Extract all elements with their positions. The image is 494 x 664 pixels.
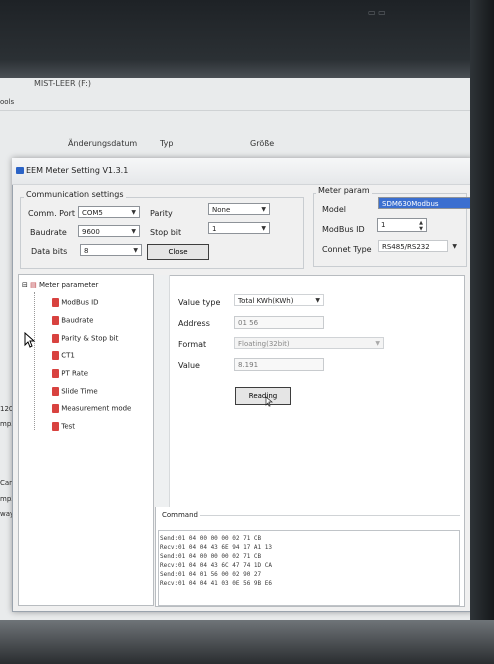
address-label: Address [178, 319, 210, 328]
mouse-cursor-icon [24, 332, 36, 348]
connet-type-value: RS485/RS232 [382, 243, 430, 251]
comm-port-value: COM5 [82, 209, 103, 217]
tree-item-slide-time[interactable]: Slide Time [52, 387, 98, 396]
modbus-id-value: 1 [381, 221, 386, 229]
baudrate-select[interactable]: 9600 ▼ [78, 225, 140, 237]
tree-item-modbus-id[interactable]: ModBus ID [52, 298, 99, 307]
data-bits-value: 8 [84, 247, 89, 255]
model-value: SDM630Modbus [382, 200, 439, 208]
tree-item-parity-stop-bit[interactable]: Parity & Stop bit [52, 334, 118, 343]
modbus-id-label: ModBus ID [322, 225, 365, 234]
tree-item-label: ModBus ID [61, 298, 99, 307]
document-icon [52, 298, 59, 307]
chevron-down-icon: ▼ [131, 228, 136, 235]
tree-item-ct1[interactable]: CT1 [52, 351, 75, 360]
tree-item-baudrate[interactable]: Baudrate [52, 316, 93, 325]
explorer-title: MIST-LEER (F:) [34, 79, 91, 88]
comm-port-label: Comm. Port [28, 209, 76, 218]
desktop-watermark: ▭ ▭ [368, 8, 386, 17]
spinner-arrows-icon[interactable]: ▲ ▼ [419, 220, 423, 232]
command-divider [200, 515, 460, 516]
value-label: Value [178, 361, 200, 370]
connet-type-label: Connet Type [322, 245, 372, 254]
column-header-type[interactable]: Typ [160, 139, 173, 148]
meter-param-label: Meter param [316, 186, 372, 195]
tree-item-label: CT1 [61, 351, 75, 360]
chevron-down-icon: ▼ [452, 243, 457, 250]
chevron-down-icon: ▼ [315, 297, 320, 304]
chevron-down-icon: ▼ [375, 340, 380, 347]
stop-bit-value: 1 [212, 225, 217, 233]
stop-bit-label: Stop bit [150, 228, 182, 237]
format-value: Floating(32bit) [238, 340, 290, 348]
value-type-select[interactable]: Total KWh(KWh) ▼ [234, 294, 324, 306]
command-line: Recv:01 04 04 43 6C 47 74 1D CA [160, 562, 272, 569]
command-line: Send:01 04 01 56 00 02 90 27 [160, 571, 262, 578]
tree-item-label: Measurement mode [61, 404, 132, 413]
document-icon [52, 404, 59, 413]
chevron-down-icon: ▼ [261, 225, 266, 232]
tree-root[interactable]: ⊟ ▤ Meter parameter [22, 281, 98, 289]
data-bits-label: Data bits [31, 247, 68, 256]
modbus-id-spinner[interactable]: 1 ▲ ▼ [377, 218, 427, 232]
tree-item-test[interactable]: Test [52, 422, 75, 431]
address-field[interactable]: 01 56 [234, 316, 324, 329]
reading-button[interactable]: Reading [235, 387, 291, 405]
model-label: Model [322, 205, 347, 214]
chevron-down-icon: ▼ [131, 209, 136, 216]
column-header-modified[interactable]: Änderungsdatum [68, 139, 137, 148]
format-select[interactable]: Floating(32bit) ▼ [234, 337, 384, 349]
document-icon [52, 369, 59, 378]
command-line: Recv:01 04 04 41 03 0E 56 9B E6 [160, 580, 272, 587]
value-type-value: Total KWh(KWh) [238, 297, 294, 305]
explorer-tools-menu[interactable]: ools [0, 98, 14, 106]
parity-select[interactable]: None ▼ [208, 203, 270, 215]
document-icon [52, 387, 59, 396]
tree-item-label: Baudrate [61, 316, 94, 325]
tree-root-label: Meter parameter [38, 281, 99, 289]
format-label: Format [178, 340, 207, 349]
monitor-top-area [0, 0, 494, 85]
document-icon [52, 316, 59, 325]
parity-value: None [212, 206, 231, 214]
column-header-size[interactable]: Größe [250, 139, 274, 148]
app-icon [16, 167, 24, 174]
monitor-right-edge [470, 0, 494, 664]
command-line: Send:01 04 00 00 00 02 71 CB [160, 535, 262, 542]
command-line: Send:01 04 00 00 00 02 71 CB [160, 553, 262, 560]
dialog-title: EEM Meter Setting V1.3.1 [26, 166, 129, 175]
panel-margin [155, 275, 170, 507]
tree-connector [34, 292, 36, 430]
baudrate-value: 9600 [82, 228, 100, 236]
command-line: Recv:01 04 04 43 6E 94 17 A1 13 [160, 544, 272, 551]
tree-item-label: Slide Time [61, 387, 98, 396]
connet-type-select[interactable]: RS485/RS232 ▼ [378, 240, 457, 252]
document-icon [52, 351, 59, 360]
tree-item-pt-rate[interactable]: PT Rate [52, 369, 88, 378]
chevron-down-icon: ▼ [133, 247, 138, 254]
value-type-label: Value type [178, 298, 221, 307]
document-icon [52, 422, 59, 431]
chevron-down-icon: ▼ [261, 206, 266, 213]
tree-item-label: Parity & Stop bit [61, 334, 119, 343]
tree-item-label: Test [61, 422, 76, 431]
tree-item-label: PT Rate [61, 369, 89, 378]
text-cursor-icon [265, 396, 273, 407]
baudrate-label: Baudrate [30, 228, 67, 237]
close-button[interactable]: Close [147, 244, 209, 260]
data-bits-select[interactable]: 8 ▼ [80, 244, 142, 256]
parity-label: Parity [150, 209, 173, 218]
stop-bit-select[interactable]: 1 ▼ [208, 222, 270, 234]
value-field[interactable]: 8.191 [234, 358, 324, 371]
folder-icon: ▤ [30, 281, 37, 289]
comm-port-select[interactable]: COM5 ▼ [78, 206, 140, 218]
monitor-bottom-edge [0, 620, 494, 664]
communication-settings-label: Communication settings [24, 190, 126, 199]
command-label: Command [162, 511, 198, 519]
tree-item-measurement-mode[interactable]: Measurement mode [52, 404, 131, 413]
explorer-divider [0, 110, 472, 111]
collapse-icon[interactable]: ⊟ [22, 281, 28, 289]
document-icon [52, 334, 59, 343]
